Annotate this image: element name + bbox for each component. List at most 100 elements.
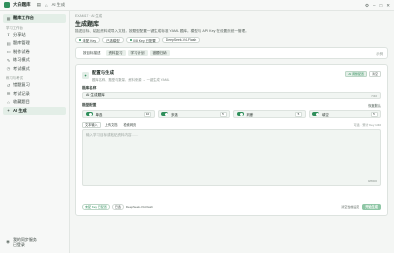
judge-count-input[interactable]: 5	[295, 111, 302, 117]
chip-label: 未配 Key	[82, 38, 97, 43]
key-count-chip[interactable]: 0/8 Key 已配置	[125, 37, 160, 43]
card-footer: 未配 Key 已配置 已选 DeepSeek-V4-Flash 清空当前设定 开…	[82, 203, 381, 210]
minimize-icon[interactable]: –	[373, 3, 376, 9]
sidebar-item-label: 题库工作台	[13, 15, 34, 21]
sidebar-item-label: 分享站	[13, 31, 26, 37]
maximize-icon[interactable]: □	[380, 3, 383, 9]
sidebar-toggle-icon[interactable]: ▤	[37, 2, 41, 8]
app-logo-icon	[4, 2, 10, 8]
sidebar-item-label: 练习模式	[13, 57, 30, 63]
card-subtitle: 题库名称、题型与数量、资料来源 → 一键生成 YAML	[92, 77, 170, 82]
tab-text-input[interactable]: 文本输入	[82, 122, 101, 128]
sidebar-item-label: 考试记录	[13, 90, 30, 96]
sidebar-item-exam[interactable]: ◷ 考试模式	[3, 65, 66, 74]
single-count-input[interactable]: 10	[144, 111, 151, 117]
card-header: ✦ 配置与生成 题库名称、题型与数量、资料来源 → 一键生成 YAML	[82, 70, 381, 82]
tab-search-web[interactable]: 检索网页	[122, 122, 139, 128]
clear-settings-link[interactable]: 清空当前设定	[341, 205, 359, 209]
judge-toggle[interactable]	[236, 112, 244, 116]
textarea-placeholder: 输入学习目标或粘贴资料内容……	[86, 133, 139, 137]
page-eyebrow: EXAM17 · AI 生成	[75, 14, 103, 18]
question-type-label: 单选	[95, 112, 103, 117]
source-hint: 可选 · 预计 Key 1/40	[353, 122, 381, 127]
exam-icon: ◷	[6, 66, 11, 72]
material-textarea[interactable]: 输入学习目标或粘贴资料内容…… 0/8000	[82, 129, 381, 186]
single-toggle[interactable]	[85, 112, 93, 116]
history-icon: ☰	[6, 91, 11, 97]
multiple-count-input[interactable]: 5	[219, 111, 227, 117]
bank-name-counter: 7/40	[371, 93, 377, 98]
sidebar-item-label: 收藏题目	[13, 99, 30, 105]
tab-upload-document[interactable]: 上传文档	[103, 122, 120, 128]
sync-status-label: 我的同步服务 已登录	[12, 237, 37, 247]
bank-name-label: 题库名称	[82, 85, 97, 90]
question-type-fill: 填空 5	[308, 110, 381, 118]
config-card: ✦ 配置与生成 题库名称、题型与数量、资料来源 → 一键生成 YAML AI 调…	[75, 64, 388, 216]
footer-selected-chip[interactable]: 已选	[111, 204, 124, 210]
sidebar-item-ai-generate[interactable]: ✦ AI 生成	[3, 106, 66, 115]
footer-key-chip[interactable]: 未配 Key 已配置	[82, 204, 110, 210]
sidebar-item-library[interactable]: ▤ 题库管理	[3, 39, 66, 48]
sidebar-section-label: 学习工作台	[6, 25, 23, 30]
examples-link[interactable]: 示例	[376, 51, 383, 56]
sidebar-item-practice[interactable]: ✎ 练习模式	[3, 56, 66, 65]
close-icon[interactable]: ✕	[386, 3, 390, 9]
tab-study-plan[interactable]: 学习计划	[127, 50, 148, 56]
sync-status[interactable]: ◉ 我的同步服务 已登录	[3, 235, 67, 249]
ai-icon: ✦	[6, 108, 11, 114]
tab-wrong-summary[interactable]: 错题归纳	[149, 50, 170, 56]
multiple-toggle[interactable]	[161, 112, 168, 116]
home-icon[interactable]: ⌂	[45, 3, 48, 8]
clear-button[interactable]: 清空	[368, 71, 381, 77]
sidebar-section-label: 练习与考试	[6, 76, 23, 80]
document-icon: ▭	[6, 49, 11, 55]
sidebar-item-workbench[interactable]: ▦ 题库工作台	[3, 14, 66, 23]
key-status-chip[interactable]: 未配 Key	[75, 37, 101, 43]
ai-adjust-button[interactable]: AI 调整配置	[345, 71, 367, 77]
mode-tabs: 按目标描述 资料复习 学习计划 错题归纳 示例	[75, 47, 388, 59]
bank-name-value: AI 生成题库	[86, 93, 105, 97]
main-content: EXAM17 · AI 生成 生成题库 描述目标、粘贴资料或导入文档，按题型配置…	[75, 13, 388, 216]
card-actions: AI 调整配置 清空	[345, 71, 381, 77]
star-icon: ☆	[6, 99, 11, 105]
generate-button[interactable]: 开始生成	[362, 203, 381, 210]
sidebar-item-history[interactable]: ☰ 考试记录	[3, 90, 66, 99]
fill-toggle[interactable]	[312, 112, 319, 116]
model-status-chip[interactable]: 已选模型	[102, 37, 124, 43]
sidebar: ▦ 题库工作台 学习工作台 ⇪ 分享站 ▤ 题库管理 ▭ 制作试卷 ✎ 练习模式…	[0, 11, 70, 253]
share-icon: ⇪	[6, 32, 11, 38]
sidebar-item-label: 错题复习	[13, 82, 30, 88]
sidebar-item-review[interactable]: ↺ 错题复习	[3, 81, 66, 90]
question-type-judge: 判断 5	[233, 110, 306, 118]
question-types: 单选 10 多选 5 判断 5 填空 5	[82, 110, 381, 118]
footer-model-name: DeepSeek-V4-Flash	[125, 204, 153, 209]
question-type-label: 多选	[171, 112, 178, 117]
tab-goal[interactable]: 按目标描述	[80, 50, 104, 56]
bank-name-input[interactable]: AI 生成题库 7/40	[82, 92, 381, 99]
reset-defaults-link[interactable]: 恢复默认	[368, 103, 381, 108]
question-type-single: 单选 10	[82, 110, 155, 118]
library-icon: ▤	[6, 40, 11, 46]
sidebar-item-label: 考试模式	[13, 65, 30, 71]
status-dot-icon	[79, 39, 81, 41]
tab-material-review[interactable]: 资料复习	[105, 50, 126, 56]
fill-count-input[interactable]: 5	[370, 111, 378, 117]
user-icon: ◉	[6, 239, 10, 244]
chip-label: 0/8 Key 已配置	[133, 38, 156, 43]
page-subtitle: 描述目标、粘贴资料或导入文档，按题型配置一键生成标准 YAML 题库。模型与 A…	[75, 29, 249, 33]
sidebar-item-favorites[interactable]: ☆ 收藏题目	[3, 98, 66, 107]
status-dot-icon	[129, 39, 132, 41]
status-chips: 未配 Key 已选模型 0/8 Key 已配置 DeepSeek-V4-Flas…	[75, 37, 388, 43]
review-icon: ↺	[6, 82, 11, 88]
sidebar-item-label: AI 生成	[13, 107, 27, 113]
sidebar-item-label: 题库管理	[13, 40, 30, 46]
settings-icon[interactable]: ⚙	[365, 3, 369, 9]
source-tabs: 文本输入 上传文档 检索网页 可选 · 预计 Key 1/40	[82, 122, 381, 128]
sidebar-item-make-paper[interactable]: ▭ 制作试卷	[3, 48, 66, 57]
chip-label: 已选模型	[106, 38, 120, 43]
model-name-chip[interactable]: DeepSeek-V4-Flash	[161, 37, 201, 43]
title-bar: 大白题库 ▤ ⌂ AI 生成 ⚙ – □ ✕	[0, 0, 394, 11]
dashboard-icon: ▦	[6, 15, 11, 21]
question-types-label-text: 题型配置	[82, 103, 97, 107]
sidebar-item-share[interactable]: ⇪ 分享站	[3, 31, 66, 40]
